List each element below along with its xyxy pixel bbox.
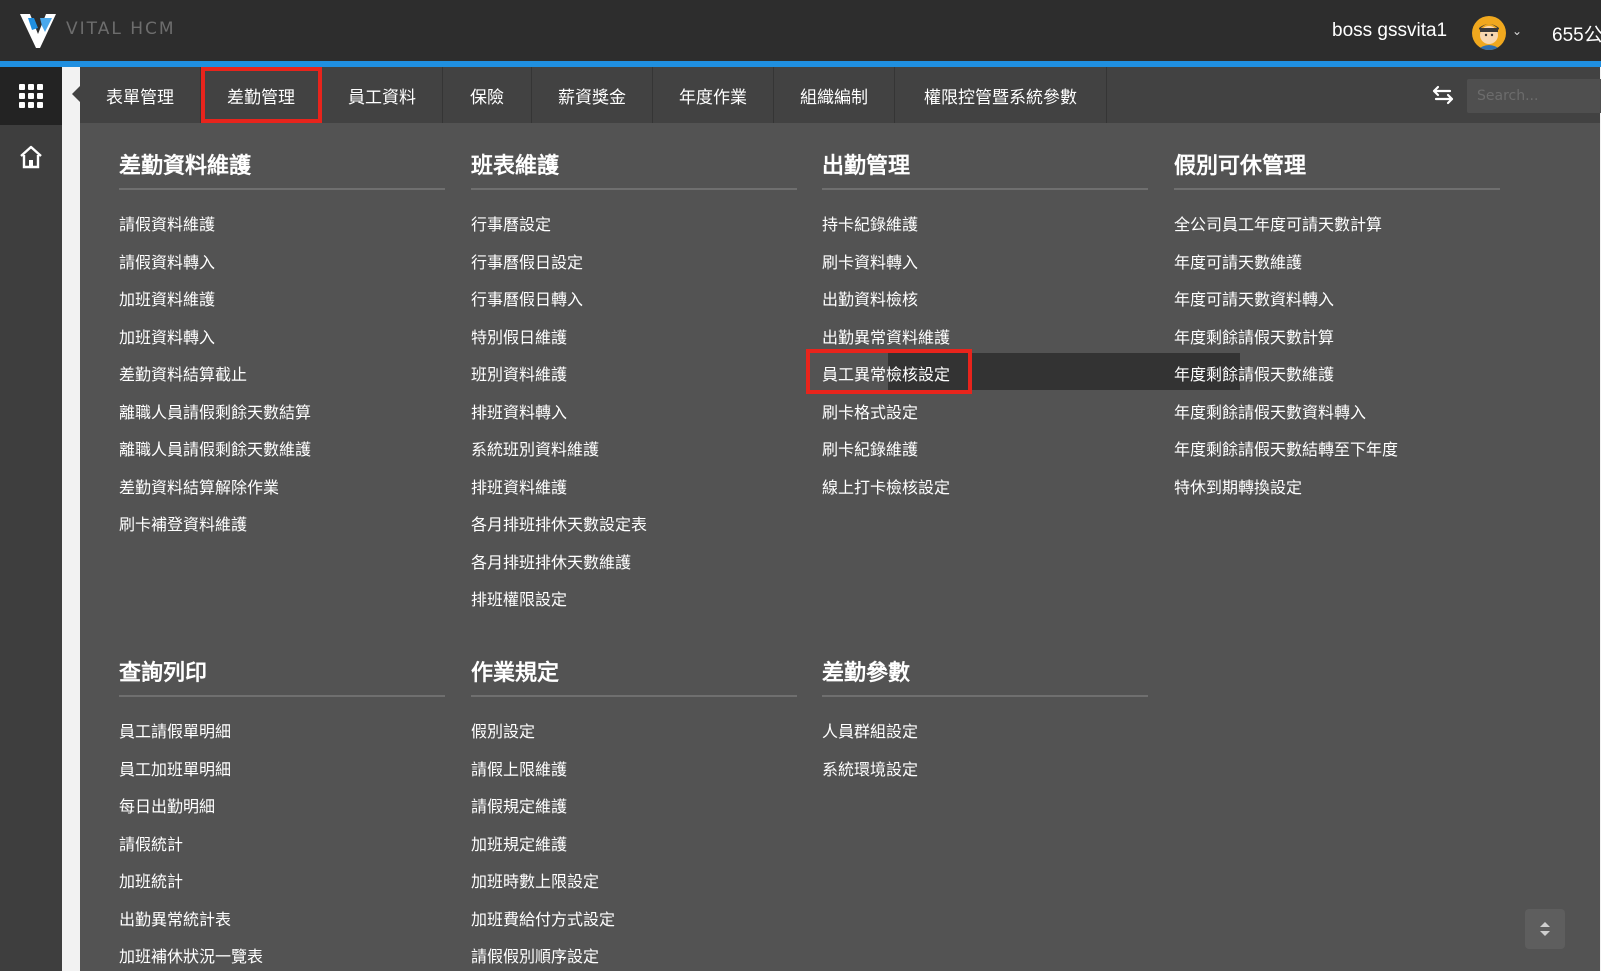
- logo-text: VITAL HCM: [66, 19, 176, 39]
- menu-item[interactable]: 特別假日維護: [471, 324, 567, 348]
- menu-item[interactable]: 行事曆設定: [471, 211, 551, 235]
- menu-tabbar: 表單管理 差勤管理 員工資料 保險 薪資獎金 年度作業 組織編制 權限控管暨系統…: [80, 67, 1601, 123]
- menu-item[interactable]: 加班時數上限設定: [471, 868, 599, 892]
- menu-item[interactable]: 差勤資料結算截止: [119, 361, 247, 385]
- menu-item[interactable]: 出勤異常統計表: [119, 906, 231, 930]
- search-box: [1467, 79, 1601, 113]
- section-divider: [822, 188, 1148, 190]
- section-divider: [1174, 188, 1500, 190]
- tab-employee-data[interactable]: 員工資料: [322, 67, 443, 123]
- section-divider: [119, 188, 445, 190]
- menu-item[interactable]: 行事曆假日設定: [471, 249, 583, 273]
- user-name[interactable]: boss gssvita1: [1332, 20, 1447, 42]
- left-sidebar: [0, 67, 62, 971]
- menu-item[interactable]: 年度剩餘請假天數維護: [1174, 361, 1334, 385]
- menu-item[interactable]: 加班資料轉入: [119, 324, 215, 348]
- menu-item[interactable]: 各月排班排休天數設定表: [471, 511, 647, 535]
- swap-arrows-icon[interactable]: [1432, 85, 1454, 105]
- menu-item[interactable]: 請假統計: [119, 831, 183, 855]
- menu-item[interactable]: 請假規定維護: [471, 793, 567, 817]
- section-divider: [471, 188, 797, 190]
- menu-item[interactable]: 請假資料維護: [119, 211, 215, 235]
- tab-organization[interactable]: 組織編制: [774, 67, 895, 123]
- menu-item[interactable]: 年度剩餘請假天數結轉至下年度: [1174, 436, 1398, 460]
- tab-attendance-management[interactable]: 差勤管理: [201, 67, 322, 123]
- menu-item[interactable]: 年度剩餘請假天數資料轉入: [1174, 399, 1366, 423]
- vital-hcm-logo[interactable]: VITAL HCM: [18, 8, 176, 50]
- section-title: 假別可休管理: [1174, 154, 1307, 179]
- menu-item[interactable]: 年度可請天數資料轉入: [1174, 286, 1334, 310]
- menu-item[interactable]: 員工加班單明細: [119, 756, 231, 780]
- section-title: 差勤資料維護: [119, 154, 252, 179]
- menu-item[interactable]: 刷卡格式設定: [822, 399, 918, 423]
- menu-item[interactable]: 排班資料轉入: [471, 399, 567, 423]
- menu-item[interactable]: 班別資料維護: [471, 361, 567, 385]
- menu-item[interactable]: 刷卡資料轉入: [822, 249, 918, 273]
- section-title: 出勤管理: [822, 154, 911, 179]
- menu-item[interactable]: 差勤資料結算解除作業: [119, 474, 279, 498]
- menu-item[interactable]: 加班補休狀況一覽表: [119, 943, 263, 967]
- menu-item[interactable]: 員工請假單明細: [119, 718, 231, 742]
- section-title: 班表維護: [471, 154, 560, 179]
- tab-permissions-system-params[interactable]: 權限控管暨系統參數: [895, 67, 1107, 123]
- menu-item[interactable]: 刷卡補登資料維護: [119, 511, 247, 535]
- grid-icon: [19, 84, 43, 108]
- menu-item[interactable]: 排班權限設定: [471, 586, 567, 610]
- home-button[interactable]: [0, 137, 62, 177]
- menu-item[interactable]: 加班規定維護: [471, 831, 567, 855]
- menu-item[interactable]: 請假假別順序設定: [471, 943, 599, 967]
- menu-item[interactable]: 離職人員請假剩餘天數維護: [119, 436, 311, 460]
- menu-item[interactable]: 刷卡紀錄維護: [822, 436, 918, 460]
- section-divider: [471, 695, 797, 697]
- menu-item[interactable]: 全公司員工年度可請天數計算: [1174, 211, 1382, 235]
- menu-item[interactable]: 離職人員請假剩餘天數結算: [119, 399, 311, 423]
- menu-item[interactable]: 系統環境設定: [822, 756, 918, 780]
- tab-annual-operations[interactable]: 年度作業: [653, 67, 774, 123]
- header-company-text[interactable]: 655公: [1552, 20, 1601, 47]
- menu-item[interactable]: 加班資料維護: [119, 286, 215, 310]
- menu-item[interactable]: 各月排班排休天數維護: [471, 549, 631, 573]
- user-avatar[interactable]: [1472, 16, 1506, 50]
- sort-arrows-icon: [1540, 922, 1550, 936]
- section-title: 作業規定: [471, 661, 560, 686]
- menu-item[interactable]: 出勤異常資料維護: [822, 324, 950, 348]
- menu-item[interactable]: 線上打卡檢核設定: [822, 474, 950, 498]
- menu-item[interactable]: 加班統計: [119, 868, 183, 892]
- menu-item[interactable]: 系統班別資料維護: [471, 436, 599, 460]
- menu-item[interactable]: 行事曆假日轉入: [471, 286, 583, 310]
- tab-salary-bonus[interactable]: 薪資獎金: [532, 67, 653, 123]
- search-input[interactable]: [1467, 79, 1601, 113]
- menu-item[interactable]: 持卡紀錄維護: [822, 211, 918, 235]
- logo-mark-icon: [20, 14, 56, 48]
- menu-item[interactable]: 假別設定: [471, 718, 535, 742]
- top-header: VITAL HCM boss gssvita1 ⌄ 655公: [0, 0, 1601, 62]
- menu-item[interactable]: 請假上限維護: [471, 756, 567, 780]
- menu-item[interactable]: 每日出勤明細: [119, 793, 215, 817]
- chevron-down-icon[interactable]: ⌄: [1512, 24, 1522, 38]
- menu-item[interactable]: 排班資料維護: [471, 474, 567, 498]
- home-icon: [20, 145, 42, 169]
- section-title: 查詢列印: [119, 661, 208, 686]
- menu-item[interactable]: 特休到期轉換設定: [1174, 474, 1302, 498]
- tab-insurance[interactable]: 保險: [443, 67, 532, 123]
- highlight-annotation-box: [806, 349, 972, 394]
- menu-item[interactable]: 出勤資料檢核: [822, 286, 918, 310]
- menu-item[interactable]: 加班費給付方式設定: [471, 906, 615, 930]
- menu-item[interactable]: 年度剩餘請假天數計算: [1174, 324, 1334, 348]
- menu-item[interactable]: 人員群組設定: [822, 718, 918, 742]
- apps-grid-button[interactable]: [0, 67, 62, 125]
- scroll-toggle-button[interactable]: [1525, 909, 1565, 949]
- menu-item[interactable]: 請假資料轉入: [119, 249, 215, 273]
- section-divider: [119, 695, 445, 697]
- section-title: 差勤參數: [822, 661, 911, 686]
- menu-item[interactable]: 年度可請天數維護: [1174, 249, 1302, 273]
- section-divider: [822, 695, 1148, 697]
- page-background: [62, 67, 80, 971]
- tab-form-management[interactable]: 表單管理: [80, 67, 201, 123]
